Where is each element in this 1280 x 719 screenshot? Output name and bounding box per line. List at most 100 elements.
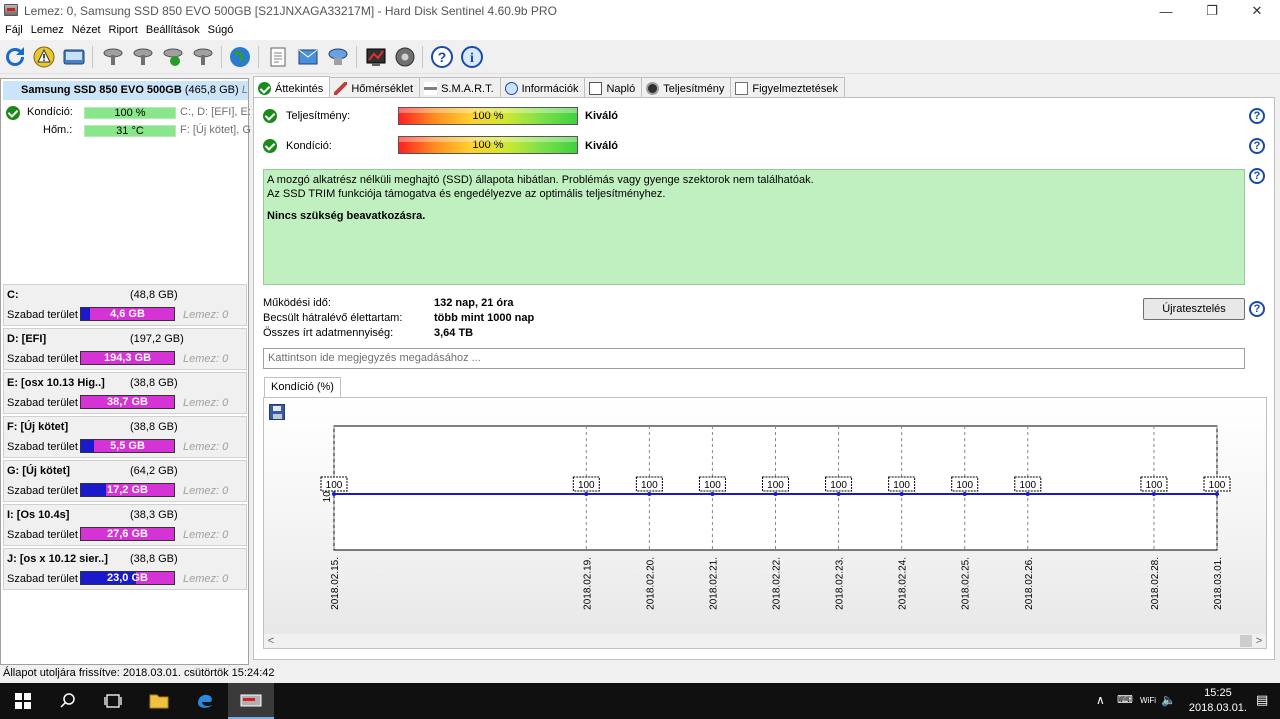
disk-tool-icon[interactable]	[130, 44, 156, 70]
x-tick-label: 2018.02.21.	[708, 557, 719, 610]
send-icon[interactable]	[295, 44, 321, 70]
partition-item[interactable]: D: [EFI] (197,2 GB) Szabad terület 194,3…	[3, 328, 247, 370]
menu-view[interactable]: Nézet	[71, 22, 108, 40]
help-icon[interactable]: ?	[1249, 138, 1265, 154]
chart-tab-condition[interactable]: Kondíció (%)	[264, 377, 341, 398]
tab-temperature[interactable]: Hőmérséklet	[329, 77, 421, 97]
free-space-bar: 194,3 GB	[80, 351, 175, 365]
tab-bar: Áttekintés Hőmérséklet S.M.A.R.T. Inform…	[253, 76, 845, 98]
data-label: 100	[326, 480, 343, 491]
partition-item[interactable]: G: [Új kötet] (64,2 GB) Szabad terület 1…	[3, 460, 247, 502]
tray-overflow-icon[interactable]: ∧	[1096, 693, 1105, 707]
overview-panel: Teljesítmény: 100 % Kiváló ? Kondíció: 1…	[253, 97, 1275, 660]
menu-settings[interactable]: Beállítások	[145, 22, 207, 40]
help-icon[interactable]: ?	[1249, 301, 1265, 317]
help-icon[interactable]: ?	[1249, 168, 1265, 184]
partition-size: (38,8 GB)	[130, 421, 178, 433]
tab-log[interactable]: Napló	[584, 77, 643, 97]
scroll-right-icon[interactable]: >	[1252, 634, 1266, 648]
data-point	[899, 492, 904, 496]
x-tick-label: 2018.02.19.	[582, 557, 593, 610]
info-icon[interactable]: i	[459, 44, 485, 70]
x-tick-label: 2018.02.20.	[645, 557, 656, 610]
settings-icon[interactable]	[392, 44, 418, 70]
start-button[interactable]	[0, 683, 46, 719]
disk-list-item[interactable]: Samsung SSD 850 EVO 500GB (465,8 GB) Le	[3, 81, 248, 100]
tab-information[interactable]: Információk	[499, 77, 586, 97]
data-label: 100	[956, 480, 973, 491]
help-icon[interactable]: ?	[1249, 108, 1265, 124]
partition-disk: Lemez: 0	[183, 573, 229, 585]
report-icon[interactable]	[265, 44, 291, 70]
status-bar: Állapot utoljára frissítve: 2018.03.01. …	[0, 666, 1280, 682]
condition-label: Kondíció:	[286, 140, 332, 152]
x-tick-label: 2018.03.01.	[1213, 557, 1224, 610]
menu-help[interactable]: Súgó	[207, 22, 241, 40]
disk-extra: Le	[241, 84, 248, 96]
close-button[interactable]: ✕	[1234, 0, 1280, 22]
data-point	[1215, 492, 1219, 496]
window-title: Lemez: 0, Samsung SSD 850 EVO 500GB [S21…	[24, 4, 557, 18]
help-icon[interactable]: ?	[429, 44, 455, 70]
data-label: 100	[767, 480, 784, 491]
search-icon[interactable]	[45, 683, 91, 719]
condition-chart: 100 100 2018.02.15. 100 2018.02.19. 100 2018.0…	[263, 397, 1267, 649]
tab-smart[interactable]: S.M.A.R.T.	[419, 77, 501, 97]
comment-input[interactable]: Kattintson ide megjegyzés megadásához ..…	[263, 348, 1245, 369]
disk-check-icon[interactable]	[160, 44, 186, 70]
partition-item[interactable]: C: (48,8 GB) Szabad terület 4,6 GB Lemez…	[3, 284, 247, 326]
disk-list-panel: Samsung SSD 850 EVO 500GB (465,8 GB) Le …	[0, 78, 251, 665]
partition-size: (38,3 GB)	[130, 509, 178, 521]
ok-status-icon	[263, 139, 277, 153]
menu-disk[interactable]: Lemez	[30, 22, 71, 40]
x-tick-label: 2018.02.15.	[330, 557, 341, 610]
partition-name: D: [EFI]	[7, 333, 47, 345]
condition-minibar: 100 %	[84, 107, 176, 119]
test-icon[interactable]	[363, 44, 389, 70]
free-space-label: Szabad terület	[7, 573, 78, 585]
toolbar: ? i	[0, 40, 1280, 74]
menu-report[interactable]: Riport	[108, 22, 145, 40]
scroll-thumb[interactable]	[1240, 635, 1252, 647]
clock-date: 2018.03.01.	[1188, 702, 1247, 714]
edge-icon[interactable]	[182, 683, 228, 719]
tab-alerts[interactable]: Figyelmeztetések	[730, 77, 845, 97]
ok-status-icon	[263, 109, 277, 123]
chart-svg: 100 100 2018.02.15. 100 2018.02.19. 100 2018.0…	[320, 425, 1231, 610]
task-view-icon[interactable]	[90, 683, 136, 719]
notification-icon[interactable]: ▤	[1256, 692, 1268, 708]
tab-label: Teljesítmény	[663, 82, 725, 95]
clock[interactable]: 15:25 2018.03.01.	[1189, 686, 1247, 716]
partition-item[interactable]: I: [Os 10.4s] (38,3 GB) Szabad terület 2…	[3, 504, 247, 546]
volume-icon[interactable]: 🔈	[1161, 693, 1176, 707]
warning-icon[interactable]	[31, 44, 57, 70]
free-space-label: Szabad terület	[7, 441, 78, 453]
temp-minibar: 31 °C	[84, 125, 176, 137]
partition-item[interactable]: F: [Új kötet] (38,8 GB) Szabad terület 5…	[3, 416, 247, 458]
network-icon[interactable]: WiFi	[1140, 696, 1156, 705]
horizontal-scrollbar[interactable]: < >	[264, 634, 1266, 648]
free-space-label: Szabad terület	[7, 353, 78, 365]
partition-item[interactable]: E: [osx 10.13 Hig..] (38,8 GB) Szabad te…	[3, 372, 247, 414]
partition-disk: Lemez: 0	[183, 529, 229, 541]
disk-tool-icon[interactable]	[190, 44, 216, 70]
remaining-life-value: több mint 1000 nap	[434, 312, 535, 324]
tab-overview[interactable]: Áttekintés	[253, 76, 331, 98]
condition-bar: 100 %	[398, 136, 578, 154]
refresh-icon[interactable]	[2, 44, 28, 70]
disk-send-icon[interactable]	[325, 44, 351, 70]
hd-sentinel-taskbar-icon[interactable]	[228, 683, 274, 719]
data-point	[332, 492, 336, 496]
partition-item[interactable]: J: [os x 10.12 sier..] (38,8 GB) Szabad …	[3, 548, 247, 590]
minimize-button[interactable]: —	[1143, 0, 1189, 22]
disk-tool-icon[interactable]	[100, 44, 126, 70]
tab-performance[interactable]: Teljesítmény	[641, 77, 732, 97]
keyboard-icon[interactable]: ⌨	[1117, 693, 1133, 706]
file-explorer-icon[interactable]	[136, 683, 182, 719]
maximize-button[interactable]: ❐	[1189, 0, 1235, 22]
retest-button[interactable]: Újratesztelés	[1143, 298, 1245, 320]
scroll-left-icon[interactable]: <	[264, 634, 278, 648]
menu-file[interactable]: Fájl	[4, 22, 30, 40]
disk-image-icon[interactable]	[61, 44, 87, 70]
globe-icon[interactable]	[227, 44, 253, 70]
